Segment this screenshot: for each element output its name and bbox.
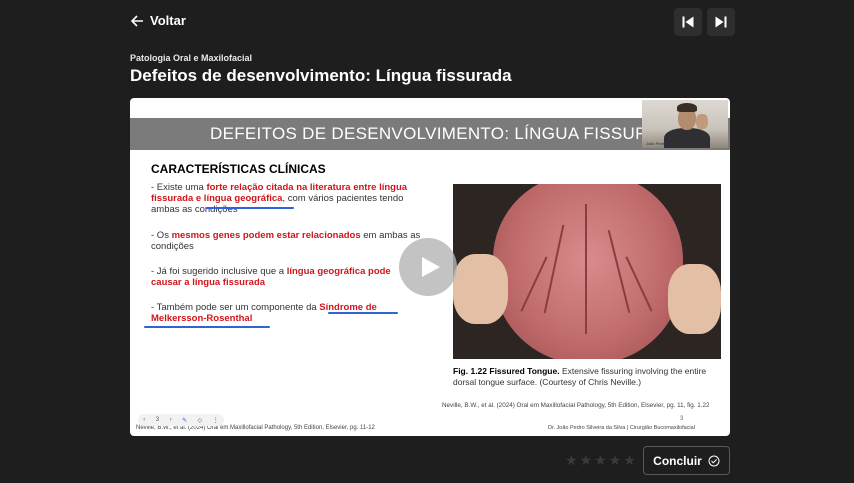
- slide-author: Dr. João Pedro Silveira da Silva | Cirur…: [548, 425, 695, 431]
- skip-previous-icon: [682, 16, 694, 28]
- video-player[interactable]: DEFEITOS DE DESENVOLVIMENTO: LÍNGUA FISS…: [130, 98, 730, 436]
- lesson-title: Defeitos de desenvolvimento: Língua fiss…: [130, 66, 512, 85]
- complete-label: Concluir: [653, 453, 702, 468]
- star-icon[interactable]: ★: [623, 452, 636, 469]
- star-icon[interactable]: ★: [609, 452, 622, 469]
- chevron-left-icon[interactable]: ‹: [143, 417, 145, 423]
- skip-next-icon: [715, 16, 727, 28]
- star-icon[interactable]: ★: [580, 452, 593, 469]
- star-icon[interactable]: ★: [594, 452, 607, 469]
- slide-viewer-toolbar: ‹ 3 › ✎ ◇ ⋮: [138, 414, 224, 426]
- check-circle-icon: [708, 455, 720, 466]
- previous-lesson-button[interactable]: [674, 8, 702, 36]
- annotation-underline: [144, 326, 270, 328]
- complete-button[interactable]: Concluir: [643, 446, 730, 475]
- slide-page-number: 3: [680, 416, 684, 422]
- play-button[interactable]: [399, 238, 457, 296]
- bullet-item: - Existe uma forte relação citada na lit…: [151, 182, 408, 215]
- lesson-category: Patologia Oral e Maxilofacial: [130, 53, 253, 63]
- star-icon[interactable]: ★: [565, 452, 578, 469]
- bullet-item: - Já foi sugerido inclusive que a língua…: [151, 266, 391, 288]
- arrow-left-icon: [130, 14, 143, 27]
- slide-subheading: CARACTERÍSTICAS CLÍNICAS: [151, 162, 326, 176]
- figure-caption-title: Fig. 1.22 Fissured Tongue.: [453, 366, 560, 376]
- presenter-webcam: João Pedro Silveira da Silva: [642, 100, 728, 148]
- bullet-item: - Os mesmos genes podem estar relacionad…: [151, 230, 421, 252]
- presenter-name: João Pedro Silveira da Silva: [646, 141, 697, 146]
- annotation-underline: [206, 207, 294, 209]
- rating-stars: ★ ★ ★ ★ ★: [565, 452, 636, 469]
- figure-caption: Fig. 1.22 Fissured Tongue. Extensive fis…: [453, 366, 725, 388]
- annotation-underline: [328, 312, 398, 314]
- play-icon: [422, 257, 440, 277]
- figure-reference: Neville, B.W., et al. (2024) Oral em Max…: [442, 402, 710, 409]
- chevron-right-icon[interactable]: ›: [170, 417, 172, 423]
- more-icon[interactable]: ⋮: [213, 417, 219, 424]
- pen-icon[interactable]: ✎: [182, 417, 187, 424]
- top-bar: Voltar: [0, 0, 854, 44]
- slide-heading: DEFEITOS DE DESENVOLVIMENTO: LÍNGUA FISS…: [210, 124, 684, 143]
- back-label: Voltar: [150, 13, 186, 28]
- back-button[interactable]: Voltar: [130, 13, 186, 28]
- viewer-page-number: 3: [155, 417, 160, 423]
- fissured-tongue-image: [453, 184, 721, 359]
- slide-header: DEFEITOS DE DESENVOLVIMENTO: LÍNGUA FISS…: [130, 118, 730, 150]
- eraser-icon[interactable]: ◇: [198, 417, 203, 424]
- next-lesson-button[interactable]: [707, 8, 735, 36]
